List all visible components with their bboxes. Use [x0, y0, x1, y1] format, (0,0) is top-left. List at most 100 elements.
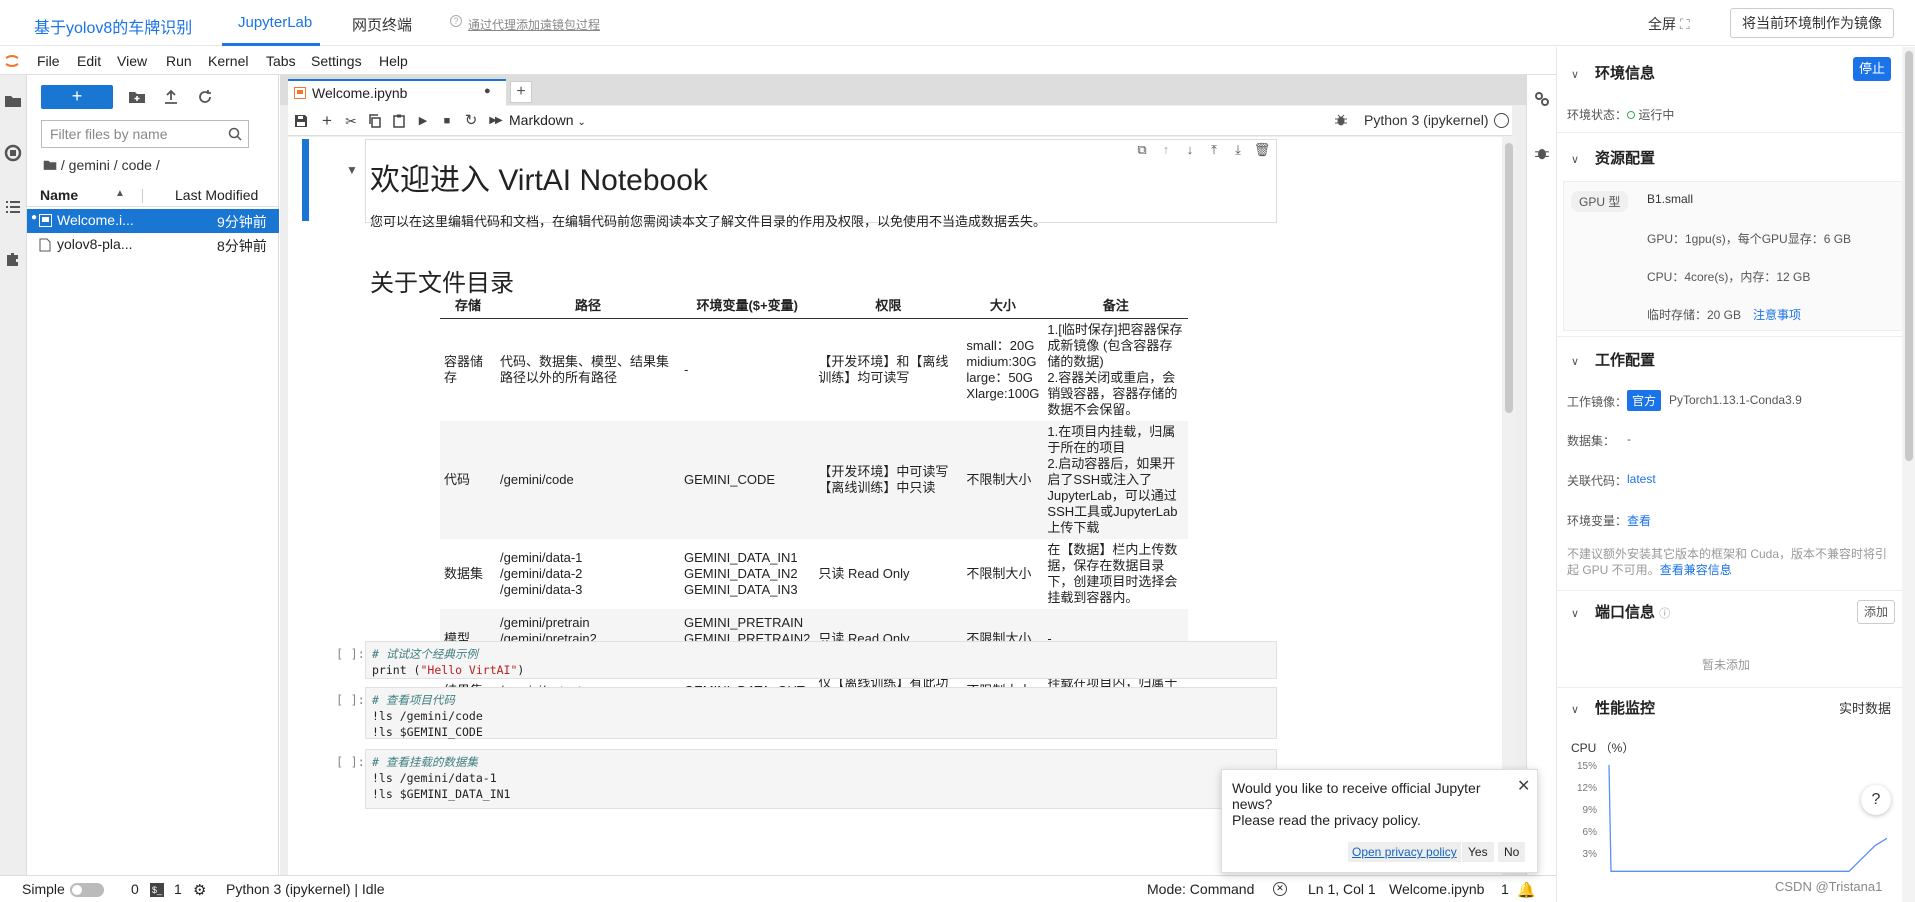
- column-name[interactable]: Name: [40, 187, 78, 203]
- project-name[interactable]: 基于yolov8的车牌识别: [34, 14, 192, 38]
- menu-view[interactable]: View: [117, 53, 147, 69]
- sort-up-icon: ▲: [115, 188, 125, 199]
- perf-monitor-header[interactable]: ∨ 性能监控: [1571, 697, 1655, 718]
- fullscreen-button[interactable]: 全屏 ⛶: [1648, 14, 1690, 34]
- kernel-name[interactable]: Python 3 (ipykernel): [1364, 112, 1489, 128]
- mode-indicator[interactable]: Mode: Command: [1147, 881, 1254, 897]
- scrollbar-thumb[interactable]: [1505, 143, 1513, 413]
- collapse-caret-icon[interactable]: ▼: [346, 163, 358, 177]
- insert-cell-icon[interactable]: +: [318, 112, 336, 130]
- divider: [1557, 687, 1915, 688]
- resource-header[interactable]: ∨ 资源配置: [1571, 147, 1655, 168]
- delete-cell-icon[interactable]: 🗑: [1250, 142, 1274, 158]
- restart-icon[interactable]: ↻: [462, 112, 480, 130]
- folder-icon[interactable]: [3, 91, 23, 111]
- toc-icon[interactable]: [3, 197, 23, 217]
- kernel-count[interactable]: 1: [174, 881, 182, 897]
- add-tab-button[interactable]: +: [510, 81, 532, 103]
- env-var-label: 环境变量：: [1567, 514, 1628, 528]
- save-icon[interactable]: [292, 112, 310, 130]
- no-button[interactable]: No: [1498, 842, 1526, 862]
- unsaved-dot-icon[interactable]: ●: [484, 85, 491, 97]
- storage-notes-link[interactable]: 注意事项: [1753, 306, 1801, 323]
- no-entry-icon[interactable]: ✕: [1273, 882, 1287, 896]
- th-path: 路径: [496, 292, 680, 319]
- cell-type-select[interactable]: Markdown ⌄: [509, 112, 586, 128]
- notebook-scrollbar[interactable]: [1502, 137, 1516, 875]
- bug-icon[interactable]: [1334, 113, 1348, 127]
- gear-icon[interactable]: ⚙: [193, 881, 206, 899]
- make-image-button[interactable]: 将当前环境制作为镜像: [1730, 8, 1894, 38]
- chevron-down-icon: ∨: [1571, 608, 1580, 620]
- privacy-policy-link[interactable]: Open privacy policy: [1348, 842, 1461, 862]
- table-cell: small：20G midium:30G large：50G Xlarge:10…: [966, 337, 1040, 401]
- move-down-icon[interactable]: ↓: [1178, 142, 1202, 157]
- tab-welcome-ipynb[interactable]: Welcome.ipynb ●: [288, 79, 506, 106]
- file-row-yolov8[interactable]: yolov8-pla... 8分钟前: [27, 233, 279, 257]
- insert-above-icon[interactable]: ⤒: [1202, 142, 1226, 158]
- run-icon[interactable]: ▶: [414, 112, 432, 130]
- port-info-header[interactable]: ∨ 端口信息 ⓘ: [1571, 601, 1670, 622]
- tab-jupyterlab[interactable]: JupyterLab: [238, 14, 312, 31]
- env-info-header[interactable]: ∨ 环境信息: [1571, 62, 1655, 83]
- code-cell[interactable]: # 试试这个经典示例 print ("Hello VirtAI"): [365, 641, 1277, 679]
- compat-link[interactable]: 查看兼容信息: [1660, 563, 1732, 577]
- proxy-hint-link[interactable]: 通过代理添加遠镜包过程: [468, 16, 600, 33]
- folder-icon: [43, 160, 57, 170]
- cursor-position[interactable]: Ln 1, Col 1: [1308, 881, 1376, 897]
- menu-settings[interactable]: Settings: [311, 53, 362, 69]
- env-var-link[interactable]: 查看: [1627, 512, 1651, 529]
- terminal-count[interactable]: 0: [131, 881, 139, 897]
- new-folder-icon[interactable]: [127, 87, 147, 107]
- code-link[interactable]: latest: [1627, 472, 1656, 486]
- cpu-chart-title: CPU （%）: [1571, 741, 1635, 755]
- property-inspector-icon[interactable]: [1534, 91, 1550, 107]
- stop-button[interactable]: 停止: [1853, 57, 1891, 81]
- notification-count[interactable]: 1: [1501, 881, 1509, 897]
- refresh-icon[interactable]: [195, 87, 215, 107]
- code-cell[interactable]: # 查看挂载的数据集 !ls /gemini/data-1 !ls $GEMIN…: [365, 749, 1277, 809]
- column-last-modified[interactable]: Last Modified: [175, 187, 258, 203]
- insert-below-icon[interactable]: ⤓: [1226, 142, 1250, 158]
- fast-forward-icon[interactable]: ▶▶: [486, 112, 504, 130]
- menu-tabs[interactable]: Tabs: [266, 53, 296, 69]
- add-port-button[interactable]: 添加: [1857, 600, 1895, 624]
- new-launcher-button[interactable]: +: [41, 85, 113, 109]
- status-dot-icon: [1627, 111, 1635, 119]
- kernel-status[interactable]: Python 3 (ipykernel) | Idle: [226, 881, 385, 897]
- breadcrumb[interactable]: / gemini / code /: [43, 157, 160, 173]
- duplicate-cell-icon[interactable]: ⧉: [1130, 142, 1154, 158]
- env-status-label: 环境状态：: [1567, 108, 1628, 122]
- menu-help[interactable]: Help: [379, 53, 408, 69]
- menu-file[interactable]: File: [37, 53, 60, 69]
- scrollbar-thumb[interactable]: [1905, 51, 1913, 461]
- file-row-welcome[interactable]: ● Welcome.i... 9分钟前: [27, 209, 279, 233]
- panel-scrollbar[interactable]: [1902, 47, 1915, 902]
- filter-files-input[interactable]: Filter files by name: [41, 120, 249, 148]
- paste-icon[interactable]: [390, 112, 408, 130]
- simple-mode-toggle[interactable]: [70, 883, 104, 897]
- cut-icon[interactable]: ✂: [342, 112, 360, 130]
- menu-run[interactable]: Run: [166, 53, 192, 69]
- copy-icon[interactable]: [366, 112, 384, 130]
- upload-icon[interactable]: [161, 87, 181, 107]
- y-tick-label: 15%: [1577, 761, 1597, 772]
- stop-icon[interactable]: ■: [438, 112, 456, 130]
- close-icon[interactable]: ✕: [1517, 776, 1530, 796]
- th-storage: 存储: [440, 292, 496, 319]
- divider: [1557, 590, 1915, 591]
- debugger-icon[interactable]: [1534, 145, 1550, 161]
- code-cell[interactable]: # 查看项目代码 !ls /gemini/code !ls $GEMINI_CO…: [365, 687, 1277, 739]
- storage-spec: 临时存储：20 GB: [1647, 308, 1742, 322]
- menu-kernel[interactable]: Kernel: [208, 53, 248, 69]
- yes-button[interactable]: Yes: [1462, 842, 1494, 862]
- menu-edit[interactable]: Edit: [77, 53, 101, 69]
- table-cell: 不限制大小: [966, 565, 1032, 581]
- help-button[interactable]: ?: [1861, 785, 1891, 815]
- tab-web-terminal[interactable]: 网页终端: [352, 14, 412, 35]
- running-kernels-icon[interactable]: [3, 143, 23, 163]
- work-config-header[interactable]: ∨ 工作配置: [1571, 349, 1655, 370]
- move-up-icon[interactable]: ↑: [1154, 142, 1178, 157]
- extension-icon[interactable]: [3, 249, 23, 269]
- bell-icon[interactable]: 🔔: [1517, 881, 1536, 899]
